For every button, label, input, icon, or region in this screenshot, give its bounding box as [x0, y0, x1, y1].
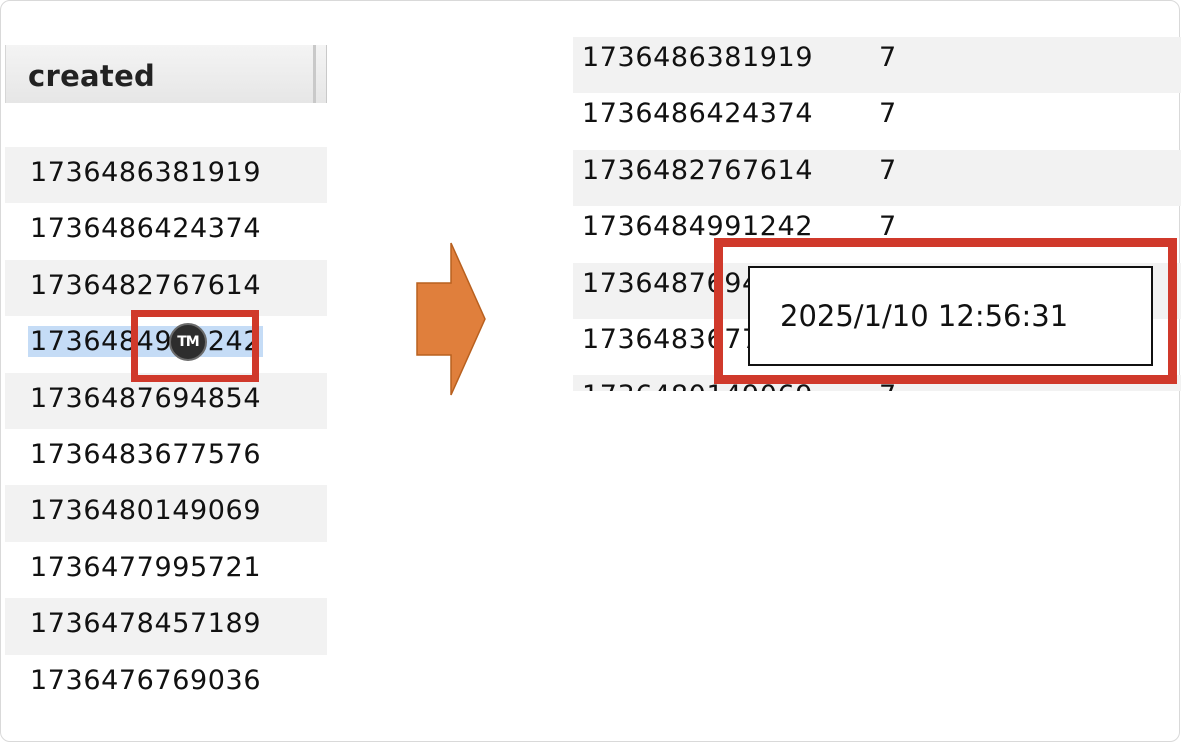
arrow-right-icon — [416, 242, 486, 396]
left-table-body: 1736486381919 1736486424374 173648276761… — [5, 147, 327, 691]
table-cell-created[interactable]: 1736486424374 — [582, 98, 813, 129]
column-header-label: created — [28, 59, 156, 93]
table-cell[interactable]: 1736486424374 — [30, 213, 261, 244]
table-row[interactable]: 1736486424374 7 — [573, 93, 1181, 149]
table-cell[interactable]: 1736476769036 — [30, 665, 261, 691]
table-cell[interactable]: 1736480149069 — [30, 495, 261, 526]
table-row[interactable]: 1736480149069 — [5, 485, 327, 542]
table-row[interactable]: 1736486381919 7 — [573, 37, 1181, 94]
table-row[interactable]: 1736476769036 — [5, 655, 327, 691]
table-row[interactable]: 1736483677576 — [5, 429, 327, 485]
table-row[interactable]: 1736482767614 — [5, 259, 327, 317]
table-cell[interactable]: 1736486381919 — [30, 157, 261, 188]
table-cell-value[interactable]: 7 — [879, 155, 896, 186]
table-cell-value[interactable]: 7 — [879, 98, 896, 129]
table-cell[interactable]: 1736478457189 — [30, 608, 261, 639]
table-row[interactable]: 1736486424374 — [5, 203, 327, 259]
table-cell[interactable]: 1736483677576 — [30, 439, 261, 470]
highlight-box-left — [131, 310, 259, 382]
table-row[interactable]: 1736486381919 — [5, 147, 327, 204]
table-row[interactable]: 1736478457189 — [5, 598, 327, 655]
timestamp-tooltip: 2025/1/10 12:56:31 — [748, 266, 1153, 366]
table-cell-value[interactable]: 7 — [879, 42, 896, 73]
table-cell-created[interactable]: 1736482767614 — [582, 155, 813, 186]
table-cell-created[interactable]: 1736486381919 — [582, 42, 813, 73]
table-row[interactable]: 1736482767614 7 — [573, 149, 1181, 207]
column-header-created[interactable]: created — [5, 45, 327, 103]
column-resize-handle[interactable] — [313, 45, 316, 103]
table-row[interactable]: 1736477995721 — [5, 542, 327, 598]
tooltip-text: 2025/1/10 12:56:31 — [780, 299, 1069, 333]
table-cell[interactable]: 1736487694854 — [30, 383, 261, 414]
table-cell[interactable]: 1736477995721 — [30, 552, 261, 583]
screenshot-frame: created 1736486381919 1736486424374 1736… — [0, 0, 1181, 742]
table-cell[interactable]: 1736482767614 — [30, 270, 261, 301]
